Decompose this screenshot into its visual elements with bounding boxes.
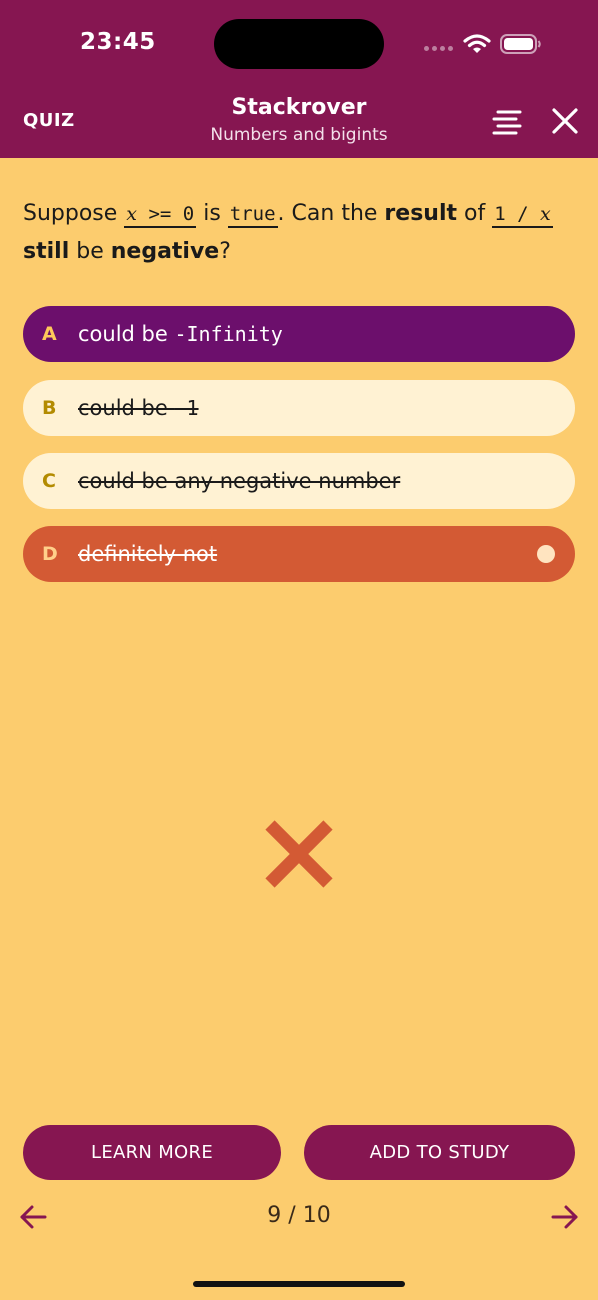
quiz-screen: 23:45 QUIZ Stackrover Numbers and bigint… [0, 0, 598, 1300]
close-icon[interactable] [551, 107, 579, 135]
dynamic-island [214, 19, 384, 69]
add-to-study-button[interactable]: ADD TO STUDY [304, 1125, 575, 1180]
wrong-x-icon [265, 820, 333, 888]
code-snippet: true [227, 203, 278, 228]
option-letter: C [42, 470, 56, 492]
option-label: could be -Infinity [78, 322, 283, 346]
cellular-signal-icon [424, 46, 453, 51]
arrow-right-icon[interactable] [551, 1203, 579, 1231]
learn-more-button[interactable]: LEARN MORE [23, 1125, 281, 1180]
option-d[interactable]: D definitely not [23, 526, 575, 582]
option-label: definitely not [78, 542, 218, 566]
header: 23:45 QUIZ Stackrover Numbers and bigint… [0, 0, 598, 158]
option-b[interactable]: B could be -1 [23, 380, 575, 436]
home-indicator[interactable] [193, 1281, 405, 1287]
code-snippet: 1 / x [492, 203, 553, 228]
page-counter: 9 / 10 [267, 1203, 331, 1228]
option-letter: B [42, 397, 57, 419]
question-text: Suppose x >= 0 is true. Can the result o… [23, 201, 553, 264]
option-letter: D [42, 543, 58, 565]
wifi-icon [463, 34, 491, 53]
code-snippet: x >= 0 [124, 203, 197, 228]
menu-lines-icon[interactable] [490, 108, 522, 136]
status-time: 23:45 [80, 29, 156, 55]
option-c[interactable]: C could be any negative number [23, 453, 575, 509]
option-a[interactable]: A could be -Infinity [23, 306, 575, 362]
option-label: could be any negative number [78, 469, 401, 493]
option-label: could be -1 [78, 396, 199, 420]
battery-icon [500, 34, 541, 54]
option-letter: A [42, 323, 57, 345]
selected-indicator-icon [537, 545, 555, 563]
